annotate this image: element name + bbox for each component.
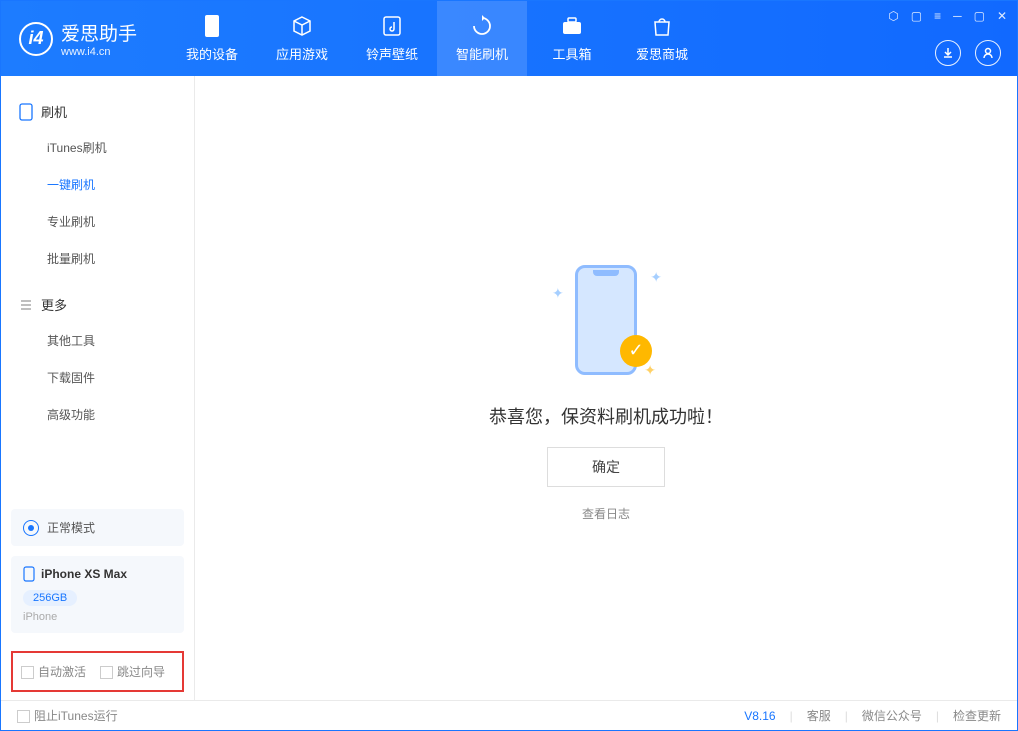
sidebar-item-download-firmware[interactable]: 下载固件 [1,359,194,396]
sidebar-section-flash: 刷机 [1,94,194,129]
sidebar-item-pro-flash[interactable]: 专业刷机 [1,203,194,240]
auto-activate-checkbox[interactable]: 自动激活 [21,663,86,680]
nav-label: 爱思商城 [636,44,688,63]
device-info-card[interactable]: iPhone XS Max 256GB iPhone [11,556,184,633]
header-actions [935,40,1001,66]
success-illustration: ✦ ✦ ✦ ✓ [546,255,666,385]
download-button[interactable] [935,40,961,66]
sidebar-item-other-tools[interactable]: 其他工具 [1,322,194,359]
toolbox-icon [560,14,584,38]
app-header: i4 爱思助手 www.i4.cn 我的设备 应用游戏 铃声壁纸 智能刷机 工具… [1,1,1017,76]
view-log-link[interactable]: 查看日志 [582,505,630,522]
nav-label: 智能刷机 [456,44,508,63]
storage-badge: 256GB [23,590,77,606]
device-icon [200,14,224,38]
user-button[interactable] [975,40,1001,66]
sidebar-section-more: 更多 [1,287,194,322]
footer: 阻止iTunes运行 V8.16 | 客服 | 微信公众号 | 检查更新 [1,700,1017,730]
check-badge-icon: ✓ [620,335,652,367]
music-icon [380,14,404,38]
nav-label: 铃声壁纸 [366,44,418,63]
top-nav: 我的设备 应用游戏 铃声壁纸 智能刷机 工具箱 爱思商城 [167,1,707,76]
list-icon [19,298,33,312]
app-logo: i4 爱思助手 www.i4.cn [19,19,137,58]
nav-label: 应用游戏 [276,44,328,63]
status-dot-icon [23,520,39,536]
block-itunes-checkbox[interactable]: 阻止iTunes运行 [17,707,118,724]
sidebar-item-batch-flash[interactable]: 批量刷机 [1,240,194,277]
logo-icon: i4 [19,22,53,56]
minimize-icon[interactable]: ─ [953,9,962,23]
sparkle-icon: ✦ [552,285,564,302]
shirt-icon[interactable]: ⬡ [888,9,898,23]
device-name-text: iPhone XS Max [41,567,127,581]
version-text: V8.16 [744,709,775,723]
sidebar-item-advanced[interactable]: 高级功能 [1,396,194,433]
nav-my-device[interactable]: 我的设备 [167,1,257,76]
cube-icon [290,14,314,38]
window-controls: ⬡ ▢ ≡ ─ ▢ ✕ [888,9,1007,23]
nav-store[interactable]: 爱思商城 [617,1,707,76]
ok-button[interactable]: 确定 [547,447,665,487]
options-highlight-box: 自动激活 跳过向导 [11,651,184,692]
nav-toolbox[interactable]: 工具箱 [527,1,617,76]
device-phone-icon [23,566,35,582]
phone-icon [19,103,33,121]
nav-ringtone-wallpaper[interactable]: 铃声壁纸 [347,1,437,76]
sidebar-item-one-click-flash[interactable]: 一键刷机 [1,166,194,203]
sidebar-item-itunes-flash[interactable]: iTunes刷机 [1,129,194,166]
check-update-link[interactable]: 检查更新 [953,707,1001,724]
refresh-icon [470,14,494,38]
success-message: 恭喜您，保资料刷机成功啦！ [489,403,723,429]
device-type-text: iPhone [23,611,172,623]
device-status-text: 正常模式 [47,519,95,536]
menu-icon[interactable]: ≡ [934,9,941,23]
app-name: 爱思助手 [61,19,137,46]
close-icon[interactable]: ✕ [997,9,1007,23]
support-link[interactable]: 客服 [807,707,831,724]
sparkle-icon: ✦ [644,362,656,379]
sidebar: 刷机 iTunes刷机 一键刷机 专业刷机 批量刷机 更多 其他工具 下载固件 … [1,76,195,700]
nav-smart-flash[interactable]: 智能刷机 [437,1,527,76]
nav-label: 我的设备 [186,44,238,63]
app-url: www.i4.cn [61,46,137,58]
main-content: ✦ ✦ ✦ ✓ 恭喜您，保资料刷机成功啦！ 确定 查看日志 [195,76,1017,700]
wechat-link[interactable]: 微信公众号 [862,707,922,724]
bag-icon [650,14,674,38]
nav-apps-games[interactable]: 应用游戏 [257,1,347,76]
skip-guide-checkbox[interactable]: 跳过向导 [100,663,165,680]
sparkle-icon: ✦ [650,269,662,286]
nav-label: 工具箱 [553,44,592,63]
device-status-card[interactable]: 正常模式 [11,509,184,546]
feedback-icon[interactable]: ▢ [911,9,922,23]
maximize-icon[interactable]: ▢ [974,9,985,23]
